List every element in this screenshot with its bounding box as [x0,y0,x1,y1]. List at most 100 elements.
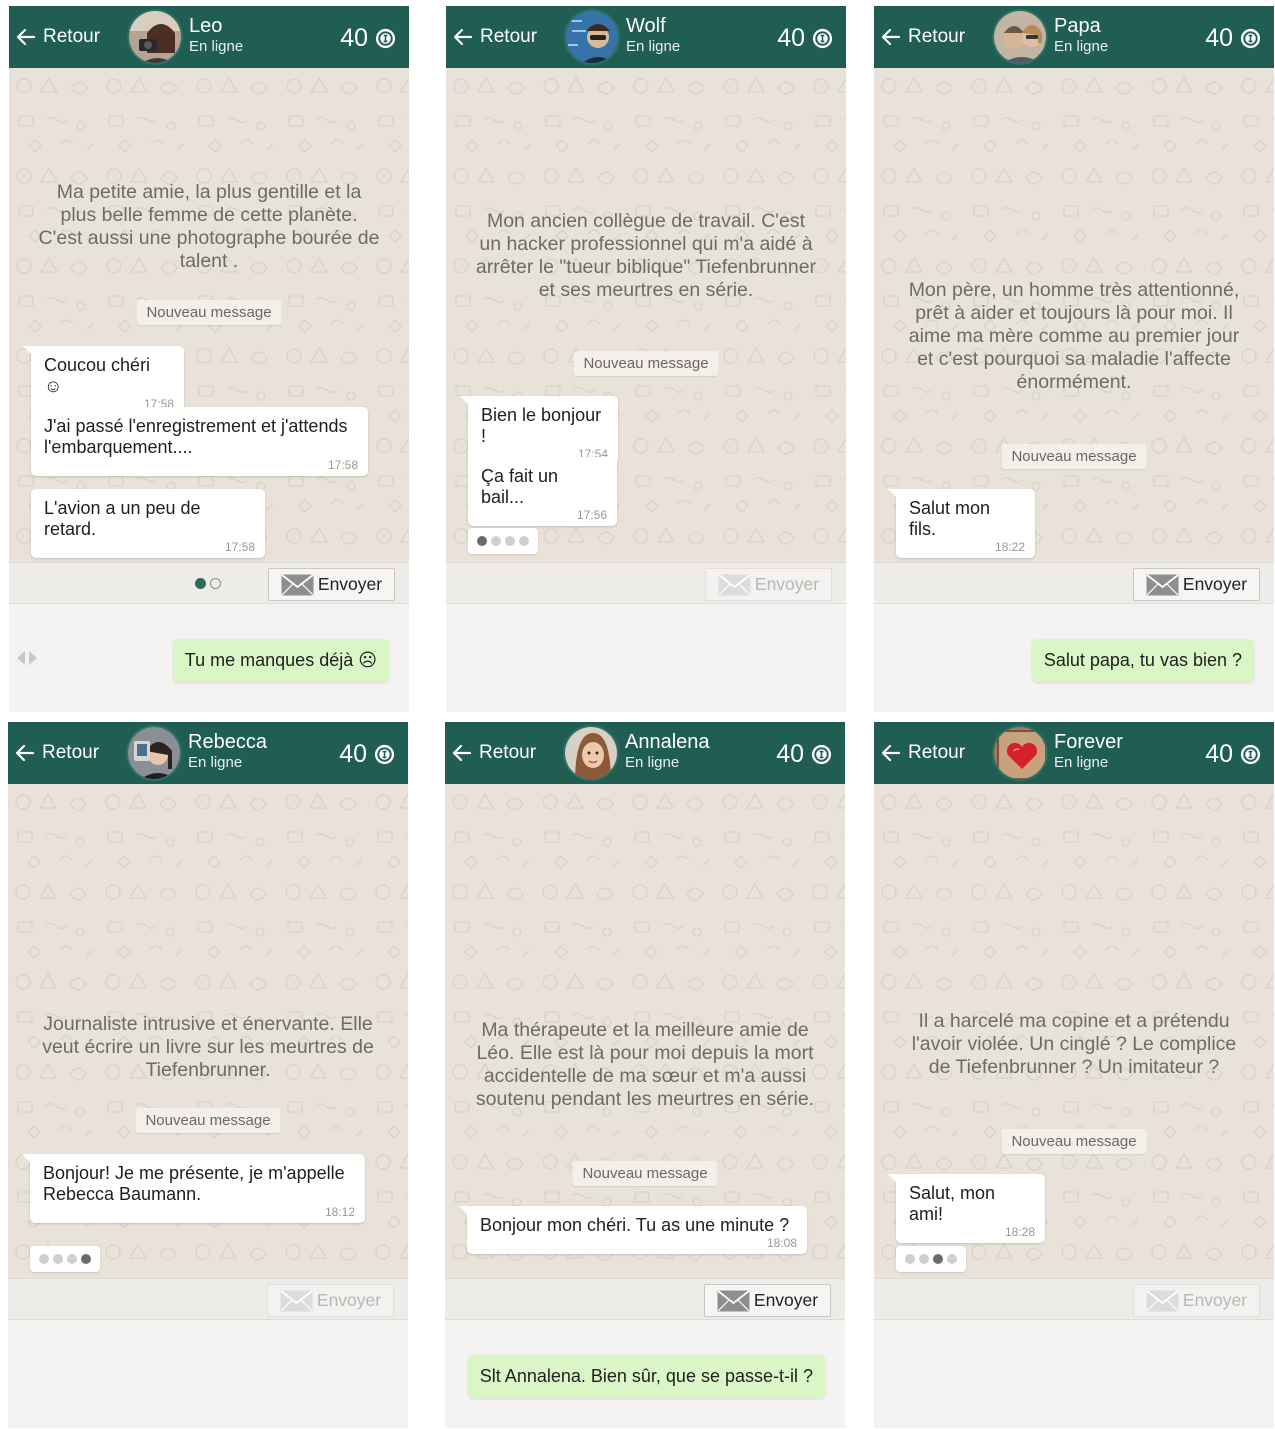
back-button[interactable]: Retour [880,22,965,52]
contact-description: Ma thérapeute et la meilleure amie de Lé… [475,1019,815,1110]
bubble-tail [460,396,470,406]
new-message-label: Nouveau message [1001,1129,1147,1154]
send-button[interactable]: Envoyer [268,568,395,601]
typing-dot [53,1254,63,1264]
envelope-icon [1146,1289,1179,1311]
message-time: 17:58 [327,458,358,472]
send-button[interactable]: Envoyer [1133,1284,1260,1317]
coin-icon [812,28,833,49]
message-time: 18:08 [766,1236,797,1250]
contact-status: En ligne [1054,754,1109,771]
message-time: 18:22 [994,540,1025,554]
message-bubble: Bien le bonjour ! 17:54 [460,396,618,465]
message-bubble: Coucou chéri ☺ 17:58 [23,346,184,415]
back-arrow-icon [452,744,472,762]
send-button[interactable]: Envoyer [705,568,832,601]
back-button[interactable]: Retour [880,738,965,768]
typing-indicator [30,1246,100,1272]
contact-description: Mon ancien collègue de travail. C'est un… [475,210,817,301]
send-label: Envoyer [317,574,383,594]
message-time: 18:12 [324,1205,355,1219]
coin-icon [1240,28,1261,49]
coin-count: 40 [1205,740,1233,768]
message-time: 18:28 [1004,1225,1035,1239]
back-button[interactable]: Retour [451,738,536,768]
message-text: Bien le bonjour ! [481,405,602,446]
envelope-icon [1146,573,1179,595]
back-arrow-icon [453,28,473,46]
page-indicator [195,578,221,589]
typing-dot [67,1254,77,1264]
new-message-label: Nouveau message [136,300,282,325]
message-text: Ça fait un bail... [481,466,559,507]
message-bubble: L'avion a un peu de retard. 17:58 [31,489,265,558]
contact-name: Forever [1054,731,1123,753]
typing-indicator [896,1246,966,1272]
coin-counter: 40 [1205,24,1262,53]
envelope-icon [280,1289,313,1311]
coin-count: 40 [776,740,804,768]
action-bar: Envoyer [445,1278,845,1320]
reply-option[interactable]: Salut papa, tu vas bien ? [1031,639,1254,682]
reply-area [8,1320,408,1428]
reply-option[interactable]: Slt Annalena. Bien sûr, que se passe-t-i… [467,1355,825,1398]
coin-icon [374,744,395,765]
back-arrow-icon [881,28,901,46]
chat-area[interactable]: Il a harcelé ma copine et a prétendu l'a… [874,784,1274,1278]
back-button[interactable]: Retour [15,22,100,52]
send-label: Envoyer [753,1290,819,1310]
send-button[interactable]: Envoyer [1133,568,1260,601]
contact-name: Rebecca [188,731,267,753]
chat-header: Retour Annalena En ligne 40 [445,722,845,784]
typing-dot [905,1254,915,1264]
contact-status: En ligne [188,754,243,771]
reply-area: Salut papa, tu vas bien ? [874,604,1274,712]
page-dot [210,578,221,589]
new-message-label: Nouveau message [1001,444,1147,469]
typing-indicator [468,528,538,554]
send-button[interactable]: Envoyer [267,1284,394,1317]
message-bubble: Bonjour mon chéri. Tu as une minute ? 18… [459,1206,807,1254]
send-label: Envoyer [316,1290,382,1310]
coin-count: 40 [340,24,368,52]
contact-name: Papa [1054,15,1101,37]
typing-dot [39,1254,49,1264]
chat-panel-papa: Retour Papa En ligne 40 Mon père, un hom… [874,6,1274,712]
reply-area [874,1320,1274,1428]
reply-option[interactable]: Tu me manques déjà ☹ [172,639,389,682]
contact-description: Journaliste intrusive et énervante. Elle… [42,1013,374,1081]
coin-counter: 40 [1205,740,1262,769]
typing-dot [491,536,501,546]
send-button[interactable]: Envoyer [704,1284,831,1317]
envelope-icon [717,1289,750,1311]
chat-panel-leo: Retour Leo En ligne 40 Ma petite amie, l… [9,6,409,712]
chat-area[interactable]: Ma petite amie, la plus gentille et la p… [9,68,409,562]
contact-name: Annalena [625,731,710,753]
back-button[interactable]: Retour [14,738,99,768]
typing-dot [81,1254,91,1264]
back-arrow-icon [15,744,35,762]
coin-icon [1240,744,1261,765]
coin-count: 40 [339,740,367,768]
chat-header: Retour Papa En ligne 40 [874,6,1274,68]
chat-area[interactable]: Ma thérapeute et la meilleure amie de Lé… [445,784,845,1278]
chat-panel-rebecca: Retour Rebecca En ligne 40 Journaliste i… [8,722,408,1428]
back-button[interactable]: Retour [452,22,537,52]
new-message-label: Nouveau message [135,1108,281,1133]
chat-header: Retour Wolf En ligne 40 [446,6,846,68]
message-bubble: Salut mon fils. 18:22 [888,489,1035,558]
back-label: Retour [479,742,537,763]
chat-area[interactable]: Mon père, un homme très attentionné, prê… [874,68,1274,562]
chat-header: Retour Leo En ligne 40 [9,6,409,68]
chat-area[interactable]: Mon ancien collègue de travail. C'est un… [446,68,846,562]
message-text: L'avion a un peu de retard. [44,498,201,539]
swipe-arrows-icon[interactable] [15,648,39,668]
chat-header: Retour Forever En ligne 40 [874,722,1274,784]
contact-name: Wolf [626,15,666,37]
bubble-tail [888,1174,898,1184]
send-label: Envoyer [1182,1290,1248,1310]
message-text: Bonjour! Je me présente, je m'appelle Re… [43,1163,345,1204]
chat-area[interactable]: Journaliste intrusive et énervante. Elle… [8,784,408,1278]
message-time: 17:56 [576,508,607,522]
message-text: Salut mon fils. [909,498,991,539]
